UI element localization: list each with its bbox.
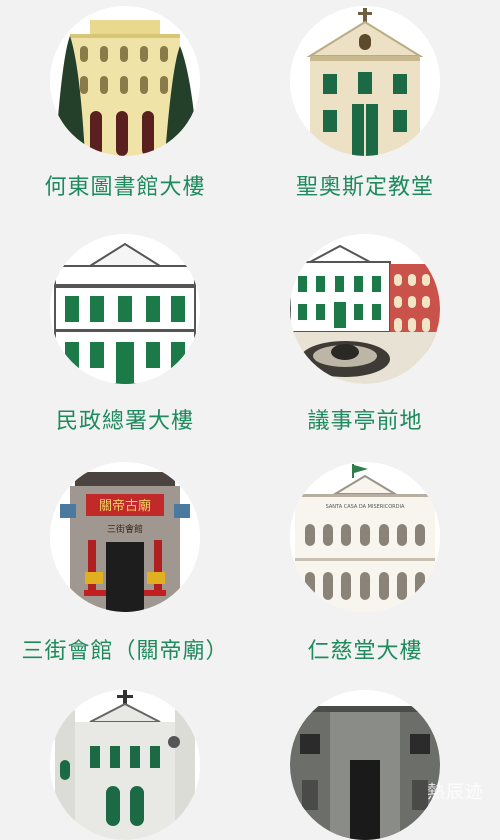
temple-sign-text: 關帝古廟 xyxy=(99,498,151,514)
building-grid: 何東圖書館大樓 聖奧斯定教堂 民政總署大樓 議事亭前地 關帝古廟 三街會館 三街… xyxy=(0,0,500,840)
building-label: 何東圖書館大樓 xyxy=(44,175,206,200)
holy-house-icon: SANTA CASA DA MISERICORDIA xyxy=(290,462,440,612)
temple-icon: 關帝古廟 三街會館 xyxy=(50,462,200,612)
mercy-sign-text: SANTA CASA DA MISERICORDIA xyxy=(326,504,405,510)
building-label: 議事亭前地 xyxy=(307,409,423,434)
building-card-civic[interactable]: 民政總署大樓 xyxy=(0,228,250,448)
building-card-holy-house[interactable]: SANTA CASA DA MISERICORDIA 仁慈堂大樓 xyxy=(240,456,490,696)
building-card-senado-square[interactable]: 議事亭前地 xyxy=(240,228,490,448)
building-card-library[interactable]: 何東圖書館大樓 xyxy=(0,0,250,230)
senado-square-icon xyxy=(290,234,440,384)
church-icon xyxy=(290,6,440,156)
building-card-church[interactable]: 聖奧斯定教堂 xyxy=(240,0,490,230)
building-label: 仁慈堂大樓 xyxy=(307,639,423,664)
building-card-cathedral[interactable] xyxy=(0,684,250,840)
watermark: 熱辰迹 xyxy=(427,782,484,803)
library-building-icon xyxy=(50,6,200,156)
building-card-temple[interactable]: 關帝古廟 三街會館 三街會館（關帝廟） xyxy=(0,456,250,696)
civic-building-icon xyxy=(50,234,200,384)
gate-building-icon xyxy=(290,690,440,840)
temple-sub-sign-text: 三街會館 xyxy=(107,523,143,535)
cathedral-icon xyxy=(50,690,200,840)
building-card-gate[interactable] xyxy=(240,684,490,840)
building-label: 民政總署大樓 xyxy=(55,409,194,434)
building-label: 三街會館（關帝廟） xyxy=(21,639,229,664)
building-label: 聖奧斯定教堂 xyxy=(295,175,434,200)
